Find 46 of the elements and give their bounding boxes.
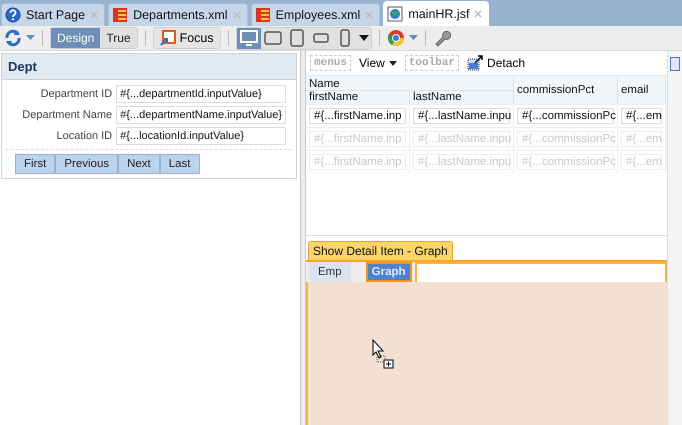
grid-icon <box>112 7 128 23</box>
field-label: Department ID <box>40 88 112 100</box>
table-cell: #{...lastName.inpu <box>413 108 510 124</box>
editor-tab[interactable]: Departments.xml <box>108 3 248 26</box>
grid-icon <box>254 7 271 23</box>
nav-button[interactable]: Previous <box>55 154 118 174</box>
mode-toggle[interactable]: Design True <box>50 27 138 49</box>
menus-field: menus <box>310 55 352 71</box>
toolbar-field: toolbar <box>404 55 460 71</box>
input-field[interactable]: #{...locationId.inputValue} <box>116 127 286 145</box>
caret-icon <box>388 60 397 66</box>
editor-tab[interactable]: mainHR.jsf <box>383 1 490 26</box>
detach-icon <box>467 55 484 71</box>
detach-button[interactable]: Detach <box>465 55 528 71</box>
refresh-icon[interactable] <box>4 29 22 47</box>
globe-page-icon <box>387 6 404 22</box>
focus-button[interactable]: Focus <box>152 27 221 49</box>
desktop-icon <box>238 28 259 48</box>
field-label: Location ID <box>55 130 112 142</box>
input-field[interactable]: #{...departmentName.inputValue} <box>116 106 286 124</box>
caret-icon <box>358 35 369 41</box>
mode-button[interactable]: True <box>100 28 137 48</box>
nav-button[interactable]: Next <box>118 154 160 174</box>
table-cell: #{...em <box>621 108 662 124</box>
table-cell: #{...commissionPc <box>517 108 614 124</box>
editor-tab[interactable]: Start Page <box>1 3 106 26</box>
caret-icon[interactable] <box>26 35 35 41</box>
input-field[interactable]: #{...departmentId.inputValue} <box>116 85 286 103</box>
caret-icon[interactable] <box>408 35 418 41</box>
column-group-header: Name <box>306 76 514 90</box>
nav-button[interactable]: Last <box>160 154 200 174</box>
device-button-group[interactable] <box>236 26 372 50</box>
focus-icon <box>160 30 176 46</box>
device-button[interactable] <box>236 28 261 48</box>
nav-button[interactable]: First <box>15 154 56 174</box>
field-label: Department Name <box>22 109 112 121</box>
panel-title: Dept <box>2 54 296 80</box>
table-cell: #{...firstName.inp <box>309 108 406 124</box>
editor-tab[interactable]: Employees.xml <box>250 3 380 26</box>
detail-item-label: Show Detail Item - Graph <box>308 241 453 260</box>
view-menu[interactable]: View <box>357 56 399 70</box>
cursor-drawing <box>372 339 394 369</box>
detail-tab[interactable]: Emp <box>309 262 351 282</box>
help-icon <box>5 7 21 23</box>
scrollbar[interactable] <box>667 51 682 425</box>
browser-icon[interactable] <box>386 29 405 47</box>
